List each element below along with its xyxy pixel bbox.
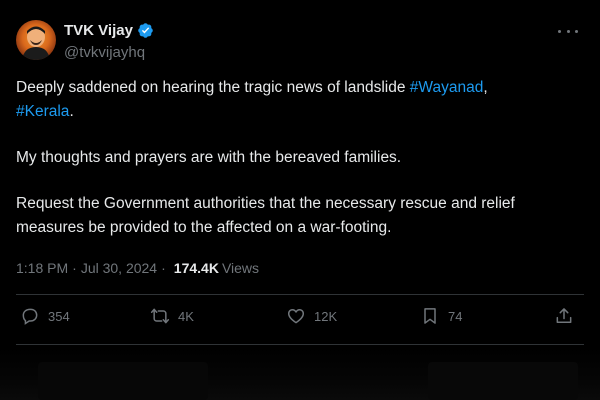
bookmark-count: 74 xyxy=(448,308,463,324)
retweet-count: 4K xyxy=(178,308,194,324)
tweet-paragraph-2: My thoughts and prayers are with the ber… xyxy=(16,149,402,166)
views-label: Views xyxy=(221,260,260,276)
display-name[interactable]: TVK Vijay xyxy=(64,23,133,38)
more-options-button[interactable] xyxy=(558,26,578,36)
reply-button[interactable]: 354 xyxy=(20,306,70,326)
action-bar: 354 4K 12K 74 xyxy=(16,306,584,332)
share-button[interactable] xyxy=(554,306,574,326)
like-count: 12K xyxy=(314,308,338,324)
bookmark-icon xyxy=(424,308,436,324)
verified-badge-icon xyxy=(138,23,153,38)
retweet-button[interactable]: 4K xyxy=(150,306,194,326)
meta-separator-2: · xyxy=(161,260,166,276)
like-button[interactable]: 12K xyxy=(286,306,337,326)
meta-separator: · xyxy=(72,260,77,276)
more-horizontal-icon xyxy=(558,29,561,33)
tweet-paragraph-3: Request the Government authorities that … xyxy=(16,195,515,236)
author-block: TVK Vijay @tvkvijayhq xyxy=(64,22,154,60)
divider xyxy=(16,294,584,295)
divider xyxy=(16,344,584,345)
handle[interactable]: @tvkvijayhq xyxy=(64,45,154,60)
views-count: 174.4K xyxy=(173,260,219,276)
tweet-date[interactable]: Jul 30, 2024 xyxy=(81,260,157,276)
blurred-region xyxy=(428,362,578,400)
blurred-region xyxy=(38,362,208,400)
reply-count: 354 xyxy=(48,308,70,324)
reply-icon xyxy=(22,308,38,325)
hashtag-kerala[interactable]: #Kerala xyxy=(16,103,69,120)
tweet-paragraph-1: Deeply saddened on hearing the tragic ne… xyxy=(16,79,488,120)
avatar[interactable] xyxy=(16,20,56,60)
tweet-text: Deeply saddened on hearing the tragic ne… xyxy=(16,76,584,262)
bookmark-button[interactable]: 74 xyxy=(420,306,462,326)
heart-icon xyxy=(287,309,305,324)
retweet-icon xyxy=(150,308,170,324)
share-icon xyxy=(556,308,572,323)
tweet-time[interactable]: 1:18 PM xyxy=(16,260,68,276)
tweet-meta: 1:18 PM · Jul 30, 2024 · 174.4K Views xyxy=(16,260,259,276)
tweet: TVK Vijay @tvkvijayhq Deeply saddened on… xyxy=(0,0,600,400)
hashtag-wayanad[interactable]: #Wayanad xyxy=(410,79,484,96)
